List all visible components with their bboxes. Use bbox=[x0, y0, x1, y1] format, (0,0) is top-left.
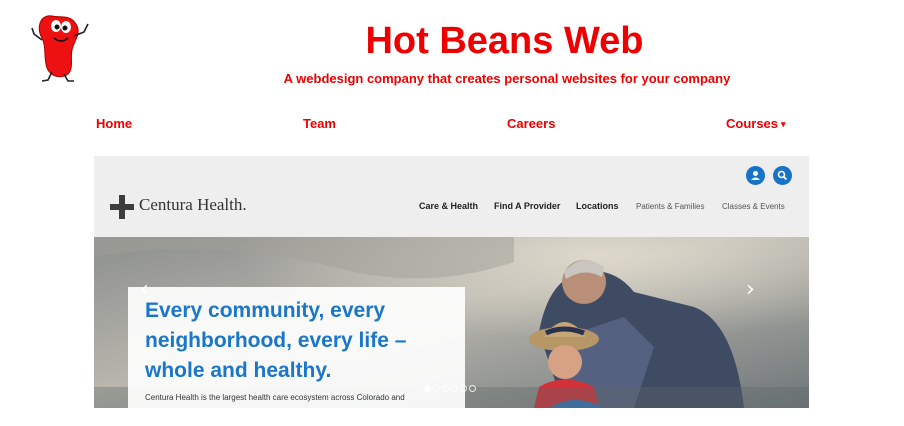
search-icon bbox=[773, 166, 792, 185]
nav-courses-label: Courses bbox=[726, 116, 779, 131]
screenshot-nav-item: Find A Provider bbox=[494, 201, 561, 211]
user-icon bbox=[746, 166, 765, 185]
nav-careers[interactable]: Careers bbox=[507, 116, 555, 131]
screenshot-nav-item: Patients & Families bbox=[636, 202, 705, 211]
screenshot-header: Centura Health. Care & Health Find A Pro… bbox=[94, 156, 809, 237]
screenshot-nav-item: Classes & Events bbox=[722, 202, 785, 211]
chevron-down-icon: ▾ bbox=[781, 119, 786, 129]
carousel-dot bbox=[469, 385, 476, 392]
carousel-next-arrow: › bbox=[746, 277, 755, 302]
screenshot-nav-item: Locations bbox=[576, 201, 619, 211]
carousel-dot bbox=[424, 385, 431, 392]
carousel-indicators bbox=[424, 379, 478, 397]
hero-banner: ‹ › Every community, every neighborhood,… bbox=[94, 237, 809, 408]
site-tagline: A webdesign company that creates persona… bbox=[283, 71, 731, 86]
cross-icon bbox=[110, 195, 134, 219]
carousel-dot bbox=[451, 385, 458, 392]
carousel-dot bbox=[433, 385, 440, 392]
hero-card: Every community, every neighborhood, eve… bbox=[128, 287, 465, 408]
nav-home[interactable]: Home bbox=[96, 116, 132, 131]
centura-brand-name: Centura Health. bbox=[139, 195, 247, 214]
hero-description: Centura Health is the largest health car… bbox=[145, 393, 405, 402]
portfolio-screenshot: Centura Health. Care & Health Find A Pro… bbox=[94, 156, 809, 408]
carousel-dot bbox=[460, 385, 467, 392]
screenshot-nav-item: Care & Health bbox=[419, 201, 479, 211]
hero-headline: Every community, every neighborhood, eve… bbox=[145, 299, 407, 382]
nav-courses[interactable]: Courses ▾ bbox=[726, 116, 786, 131]
carousel-dot bbox=[442, 385, 449, 392]
site-title: Hot Beans Web bbox=[365, 20, 644, 62]
nav-team[interactable]: Team bbox=[303, 116, 336, 131]
centura-logo: Centura Health. bbox=[110, 193, 260, 219]
